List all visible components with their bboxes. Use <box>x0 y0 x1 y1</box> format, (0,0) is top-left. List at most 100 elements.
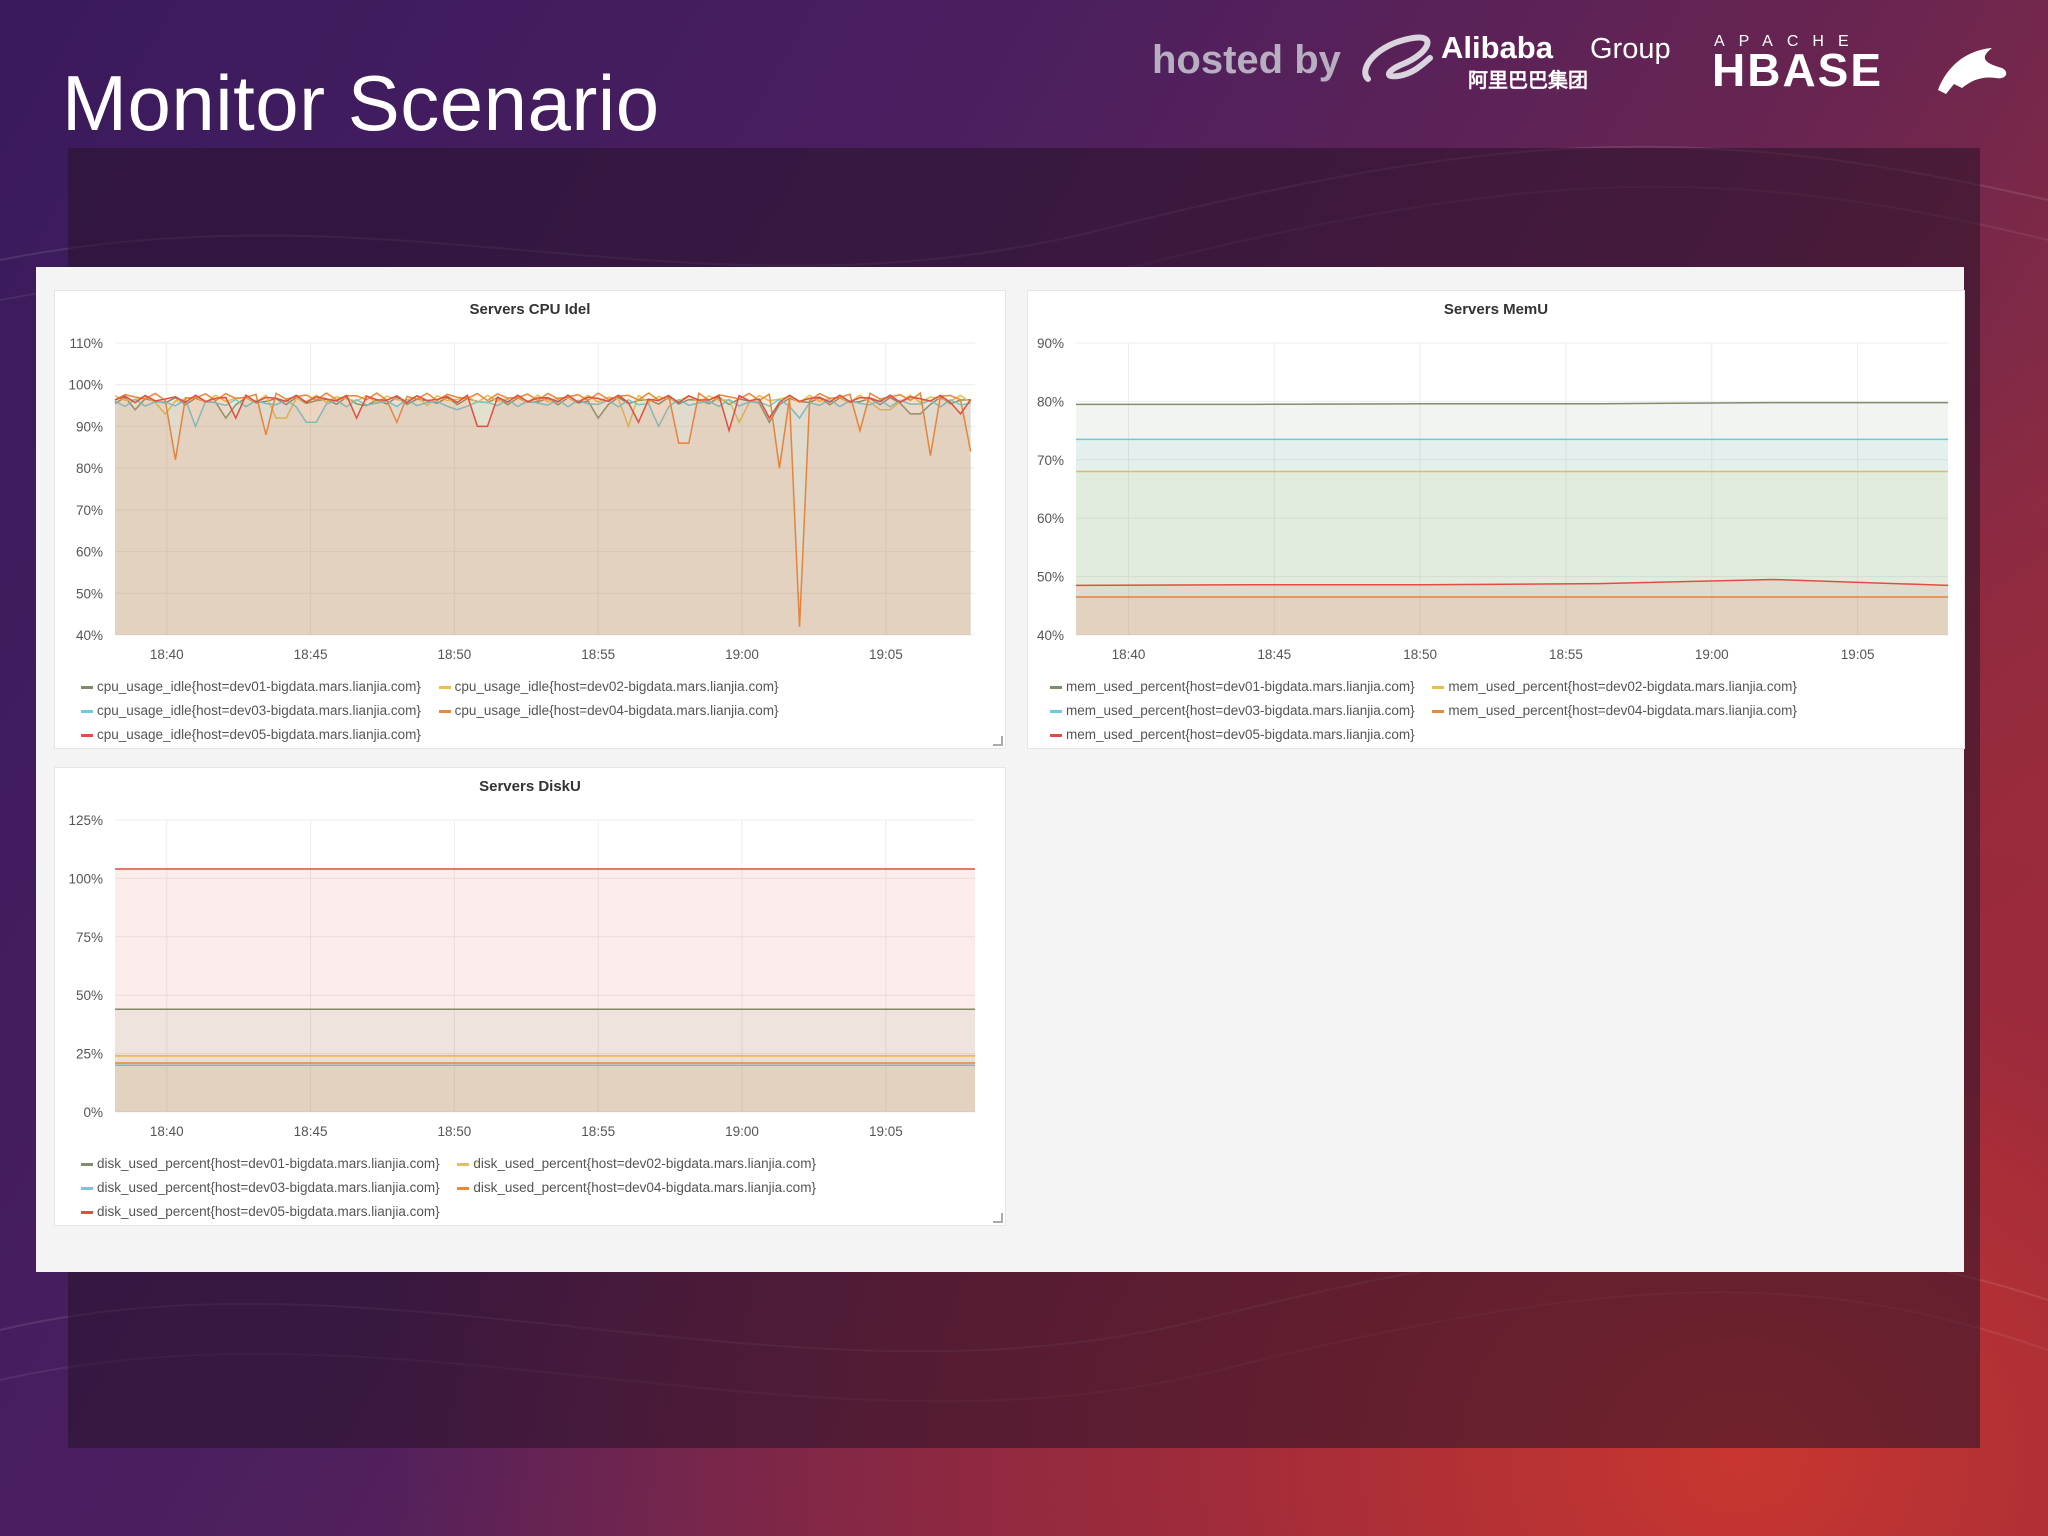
x-tick-label: 18:45 <box>1257 647 1291 662</box>
y-tick-label: 50% <box>76 586 103 601</box>
y-tick-label: 100% <box>68 378 103 393</box>
x-tick-label: 18:40 <box>150 1124 184 1139</box>
legend-item[interactable]: disk_used_percent{host=dev05-bigdata.mar… <box>81 1200 440 1224</box>
y-tick-label: 25% <box>76 1047 103 1062</box>
x-tick-label: 18:45 <box>294 647 328 662</box>
legend-swatch <box>1050 733 1062 737</box>
legend-item[interactable]: cpu_usage_idle{host=dev05-bigdata.mars.l… <box>81 723 421 747</box>
panel-resize-handle[interactable] <box>993 736 1003 746</box>
legend: mem_used_percent{host=dev01-bigdata.mars… <box>1050 675 1811 747</box>
x-tick-label: 19:05 <box>1841 647 1875 662</box>
panel-cpu-idle[interactable]: Servers CPU Idel 40% 50% 60% 70% 80% 90% 100% 1… <box>54 290 1006 749</box>
legend-label: mem_used_percent{host=dev02-bigdata.mars… <box>1448 679 1797 694</box>
legend-swatch <box>81 1210 93 1214</box>
x-tick-label: 18:50 <box>437 1124 471 1139</box>
panel-mem-used[interactable]: Servers MemU 40% 50% 60% 70% 80% 90% 18:40 18:4… <box>1027 290 1965 749</box>
x-tick-label: 19:05 <box>869 1124 903 1139</box>
legend: disk_used_percent{host=dev01-bigdata.mar… <box>81 1152 830 1224</box>
apache-hbase-logo: APACHE HBASE <box>1712 33 2007 96</box>
legend-item[interactable]: disk_used_percent{host=dev01-bigdata.mar… <box>81 1152 440 1176</box>
x-tick-label: 19:00 <box>725 647 759 662</box>
alibaba-group-logo: Alibaba Group 阿里巴巴集团 <box>1362 30 1671 92</box>
alibaba-swirl-icon <box>1362 34 1433 82</box>
legend-label: cpu_usage_idle{host=dev01-bigdata.mars.l… <box>97 679 421 694</box>
series-area <box>115 395 971 635</box>
legend-label: disk_used_percent{host=dev02-bigdata.mar… <box>473 1156 816 1171</box>
legend-label: cpu_usage_idle{host=dev05-bigdata.mars.l… <box>97 727 421 742</box>
x-tick-label: 18:50 <box>1403 647 1437 662</box>
hbase-word: HBASE <box>1712 44 1883 96</box>
legend-label: disk_used_percent{host=dev03-bigdata.mar… <box>97 1180 440 1195</box>
legend-label: cpu_usage_idle{host=dev03-bigdata.mars.l… <box>97 703 421 718</box>
x-tick-label: 18:45 <box>294 1124 328 1139</box>
legend-item[interactable]: disk_used_percent{host=dev04-bigdata.mar… <box>457 1176 816 1200</box>
series-area <box>115 869 975 1112</box>
legend-swatch <box>457 1162 470 1166</box>
legend-label: mem_used_percent{host=dev01-bigdata.mars… <box>1066 679 1415 694</box>
y-tick-label: 100% <box>68 871 103 886</box>
legend-label: cpu_usage_idle{host=dev02-bigdata.mars.l… <box>454 679 779 694</box>
slide-title: Monitor Scenario <box>62 59 660 147</box>
x-tick-label: 19:00 <box>725 1124 759 1139</box>
legend-item[interactable]: cpu_usage_idle{host=dev02-bigdata.mars.l… <box>438 675 779 699</box>
y-tick-label: 40% <box>76 628 103 643</box>
legend-item[interactable]: disk_used_percent{host=dev03-bigdata.mar… <box>81 1176 440 1200</box>
hosted-by-label: hosted by <box>1152 38 1341 82</box>
legend-label: disk_used_percent{host=dev05-bigdata.mar… <box>97 1204 440 1219</box>
y-tick-label: 50% <box>1037 570 1064 585</box>
legend-swatch <box>81 1186 93 1190</box>
legend-swatch <box>1050 685 1062 689</box>
y-tick-label: 110% <box>69 336 103 351</box>
legend-label: disk_used_percent{host=dev04-bigdata.mar… <box>473 1180 816 1195</box>
legend-swatch <box>81 1162 93 1166</box>
x-tick-label: 19:00 <box>1695 647 1729 662</box>
legend-item[interactable]: mem_used_percent{host=dev05-bigdata.mars… <box>1050 723 1415 747</box>
legend-swatch <box>1432 709 1445 713</box>
orca-icon <box>1938 48 2007 94</box>
legend-item[interactable]: disk_used_percent{host=dev02-bigdata.mar… <box>457 1152 816 1176</box>
y-tick-label: 60% <box>1037 511 1064 526</box>
legend-item[interactable]: cpu_usage_idle{host=dev04-bigdata.mars.l… <box>438 699 779 723</box>
legend-label: mem_used_percent{host=dev05-bigdata.mars… <box>1066 727 1415 742</box>
legend-swatch <box>1050 709 1062 713</box>
grafana-dashboard: Servers CPU Idel 40% 50% 60% 70% 80% 90% 100% 1… <box>36 267 1965 1272</box>
x-tick-label: 18:55 <box>1549 647 1583 662</box>
x-tick-label: 19:05 <box>869 647 903 662</box>
legend-label: mem_used_percent{host=dev04-bigdata.mars… <box>1448 703 1797 718</box>
alibaba-chinese: 阿里巴巴集团 <box>1468 68 1588 92</box>
legend-item[interactable]: mem_used_percent{host=dev03-bigdata.mars… <box>1050 699 1415 723</box>
x-tick-label: 18:40 <box>150 647 184 662</box>
x-tick-label: 18:40 <box>1112 647 1146 662</box>
legend-label: disk_used_percent{host=dev01-bigdata.mar… <box>97 1156 440 1171</box>
legend-item[interactable]: mem_used_percent{host=dev01-bigdata.mars… <box>1050 675 1415 699</box>
y-tick-label: 70% <box>76 503 103 518</box>
legend-label: cpu_usage_idle{host=dev04-bigdata.mars.l… <box>454 703 779 718</box>
y-tick-label: 75% <box>76 930 103 945</box>
x-tick-label: 18:55 <box>581 647 615 662</box>
legend-label: mem_used_percent{host=dev03-bigdata.mars… <box>1066 703 1415 718</box>
y-tick-label: 50% <box>76 988 103 1003</box>
y-tick-label: 125% <box>68 813 103 828</box>
legend-swatch <box>81 685 93 689</box>
legend-item[interactable]: mem_used_percent{host=dev02-bigdata.mars… <box>1432 675 1797 699</box>
legend-swatch <box>438 709 451 713</box>
panel-disk-used[interactable]: Servers DiskU 0% 25% 50% 75% 100% 125% 18:40 18… <box>54 767 1006 1226</box>
y-tick-label: 80% <box>1037 394 1064 409</box>
y-tick-label: 80% <box>76 461 103 476</box>
y-tick-label: 40% <box>1037 628 1064 643</box>
legend: cpu_usage_idle{host=dev01-bigdata.mars.l… <box>81 675 792 747</box>
y-tick-label: 90% <box>76 419 103 434</box>
chart-mem-used: 40% 50% 60% 70% 80% 90% 18:40 18:45 18:50 18:55 19… <box>1037 336 1949 662</box>
panel-resize-handle[interactable] <box>993 1213 1003 1223</box>
alibaba-group: Group <box>1590 33 1671 65</box>
legend-swatch <box>1432 685 1445 689</box>
legend-swatch <box>438 685 451 689</box>
series-area <box>1076 579 1948 635</box>
legend-item[interactable]: cpu_usage_idle{host=dev03-bigdata.mars.l… <box>81 699 421 723</box>
y-tick-label: 70% <box>1037 453 1064 468</box>
y-tick-label: 60% <box>76 545 103 560</box>
legend-swatch <box>81 709 93 713</box>
legend-item[interactable]: cpu_usage_idle{host=dev01-bigdata.mars.l… <box>81 675 421 699</box>
legend-item[interactable]: mem_used_percent{host=dev04-bigdata.mars… <box>1432 699 1797 723</box>
y-tick-label: 90% <box>1037 336 1064 351</box>
